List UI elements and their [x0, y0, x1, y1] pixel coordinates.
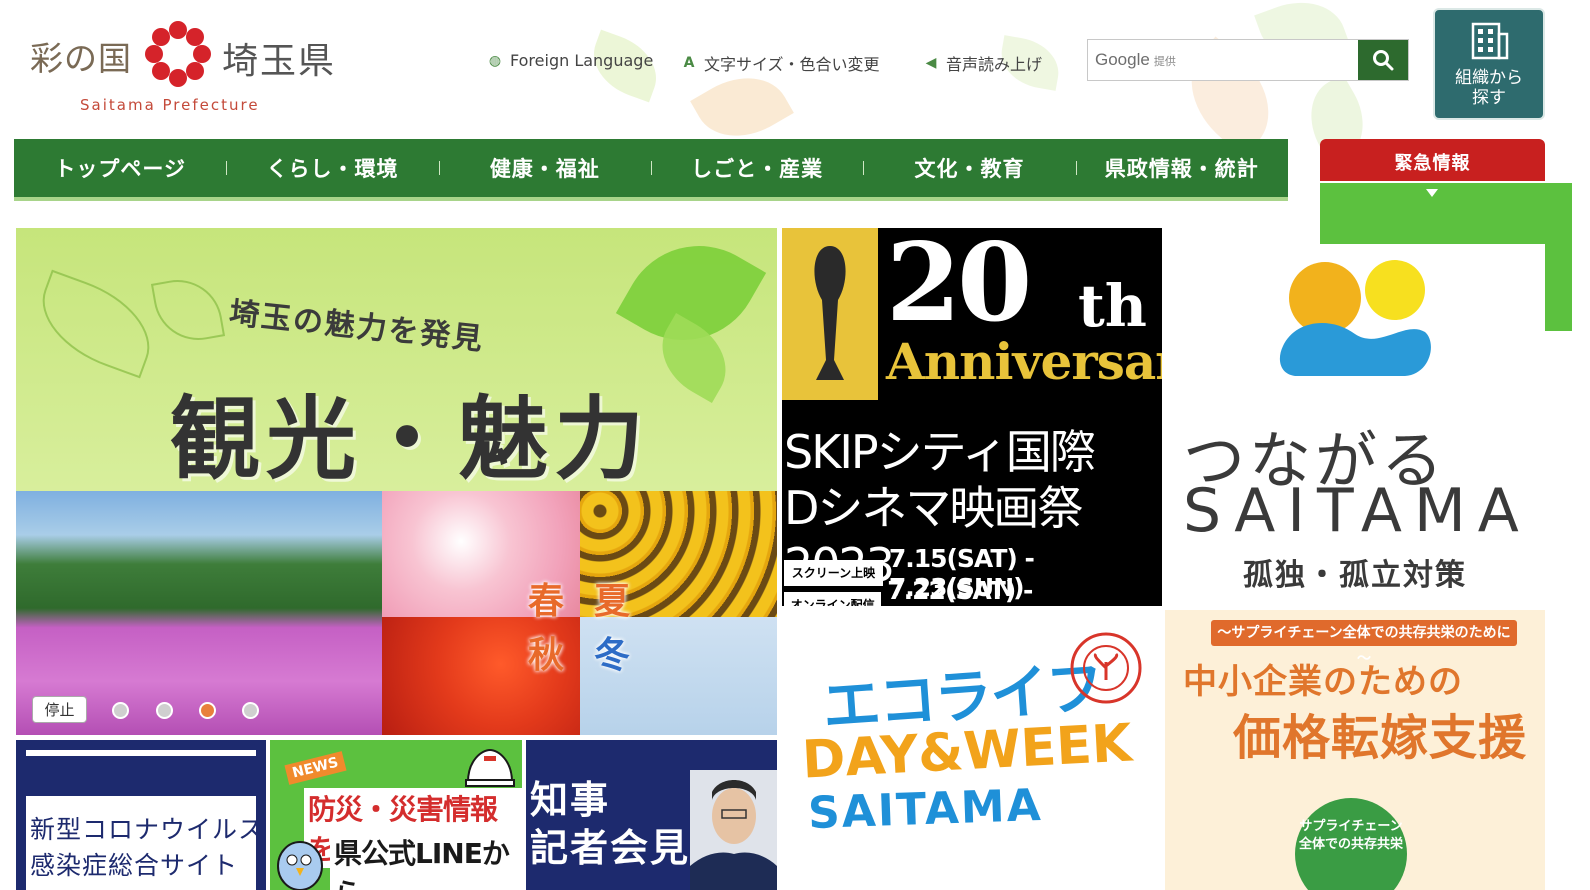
org-button-label: 組織から 探す	[1455, 68, 1523, 108]
price-ribbon: ～サプライチェーン全体での共存共栄のために～	[1211, 620, 1517, 667]
nav-item-health[interactable]: 健康・福祉	[438, 153, 651, 183]
season-autumn: 秋	[528, 634, 565, 676]
nav-item-culture[interactable]: 文化・教育	[863, 153, 1075, 183]
global-nav: トップページ くらし・環境 健康・福祉 しごと・産業 文化・教育 県政情報・統計	[14, 139, 1288, 201]
tsunagaru-en: SAITAMA	[1183, 476, 1531, 546]
price-title-line1: 中小企業のための	[1183, 662, 1463, 702]
nav-item-living[interactable]: くらし・環境	[226, 153, 438, 183]
governor-title: 知事 記者会見	[530, 778, 691, 870]
banner-covid-site[interactable]: 新型コロナウイルス 感染症総合サイト	[16, 740, 266, 890]
season-spring: 春	[528, 580, 565, 622]
text-size-icon: A	[683, 55, 695, 71]
leaf-decoration	[27, 269, 165, 379]
price-title-line2: 価格転嫁支援	[1233, 710, 1528, 766]
covid-stripe	[26, 750, 256, 756]
banner-tsunagaru-saitama[interactable]: つながる SAITAMA 孤独・孤立対策	[1165, 244, 1545, 606]
building-icon	[1471, 22, 1509, 60]
film-online-row: オンライン配信 7.22(SAT) - 7.26(WED)	[782, 576, 1162, 606]
tsunagaru-sub: 孤独・孤立対策	[1243, 558, 1467, 593]
season-winter: 冬	[594, 634, 631, 676]
logo-subtitle: Saitama Prefecture	[80, 96, 260, 114]
chevron-down-icon	[1426, 189, 1438, 197]
eco-saitama: SAITAMA	[807, 779, 1044, 840]
logo-text-sainokuni: 彩の国	[30, 39, 132, 78]
eco-stamp-icon	[1070, 632, 1142, 704]
search-button[interactable]	[1358, 40, 1408, 80]
online-tag: オンライン配信	[784, 592, 882, 606]
read-aloud-link[interactable]: ◀ 音声読み上げ	[922, 51, 1042, 75]
slider-dot[interactable]	[242, 702, 259, 719]
news-badge: NEWS	[284, 751, 347, 785]
bird-mascot-icon	[277, 841, 323, 890]
google-brand: Google 提供	[1095, 50, 1176, 69]
price-circle: サプライチェーン全体での共存共栄	[1295, 798, 1407, 890]
logo-text-saitama: 埼玉県	[222, 41, 337, 82]
film-20: 20	[886, 228, 1032, 346]
banner-skip-city-film-festival[interactable]: 20 th Anniversary SKIPシティ国際 Dシネマ映画祭2023 …	[782, 228, 1162, 606]
season-summer: 夏	[594, 580, 631, 622]
globe-icon: ◍	[488, 52, 502, 69]
search-by-organization-button[interactable]: 組織から 探す	[1433, 8, 1545, 120]
foreign-language-link[interactable]: ◍ Foreign Language	[486, 51, 653, 70]
nav-item-top[interactable]: トップページ	[14, 153, 226, 183]
line-title-2: 県公式LINEから	[330, 832, 522, 890]
prefecture-emblem-icon	[145, 21, 211, 87]
banner-disaster-line[interactable]: NEWS 防災・災害情報を 県公式LINEから	[270, 740, 522, 890]
nav-item-government[interactable]: 県政情報・統計	[1075, 153, 1288, 183]
leaf-decoration	[150, 272, 226, 348]
slider-stop-button[interactable]: 停止	[32, 696, 87, 723]
hero-title: 観光・魅力	[170, 386, 650, 492]
speaker-icon: ◀	[925, 55, 937, 71]
foreign-language-label: Foreign Language	[510, 51, 654, 70]
site-search: Google 提供	[1087, 39, 1409, 81]
banner-price-transfer-support[interactable]: ～サプライチェーン全体での共存共栄のために～ 中小企業のための 価格転嫁支援 サ…	[1165, 610, 1545, 890]
tsunagaru-logo-icon	[1279, 260, 1431, 376]
film-anniversary: Anniversary	[886, 332, 1162, 391]
slider-dot-active[interactable]	[199, 702, 216, 719]
search-icon	[1373, 50, 1394, 71]
nav-item-work[interactable]: しごと・産業	[650, 153, 863, 183]
emergency-info-button[interactable]: 緊急情報	[1320, 139, 1572, 331]
text-size-color-link[interactable]: A 文字サイズ・色合い変更	[680, 51, 880, 75]
governor-photo	[690, 770, 777, 890]
banner-eco-life-day-week[interactable]: エコライフ DAY&WEEK SAITAMA	[782, 610, 1162, 890]
text-size-color-label: 文字サイズ・色合い変更	[704, 55, 880, 74]
covid-title: 新型コロナウイルス 感染症総合サイト	[30, 815, 265, 880]
trophy-icon	[814, 246, 846, 380]
banner-governor-press-conference[interactable]: 知事 記者会見	[526, 740, 777, 890]
slider-dot[interactable]	[156, 702, 173, 719]
slider-dot[interactable]	[112, 702, 129, 719]
emergency-label: 緊急情報	[1394, 153, 1471, 174]
film-th: th	[1078, 272, 1147, 340]
site-logo[interactable]: 彩の国 埼玉県 Saitama Prefecture	[30, 14, 350, 118]
online-dates: 7.22(SAT) - 7.26(WED)	[887, 576, 1033, 606]
helmet-icon	[465, 748, 515, 787]
read-aloud-label: 音声読み上げ	[946, 55, 1043, 74]
